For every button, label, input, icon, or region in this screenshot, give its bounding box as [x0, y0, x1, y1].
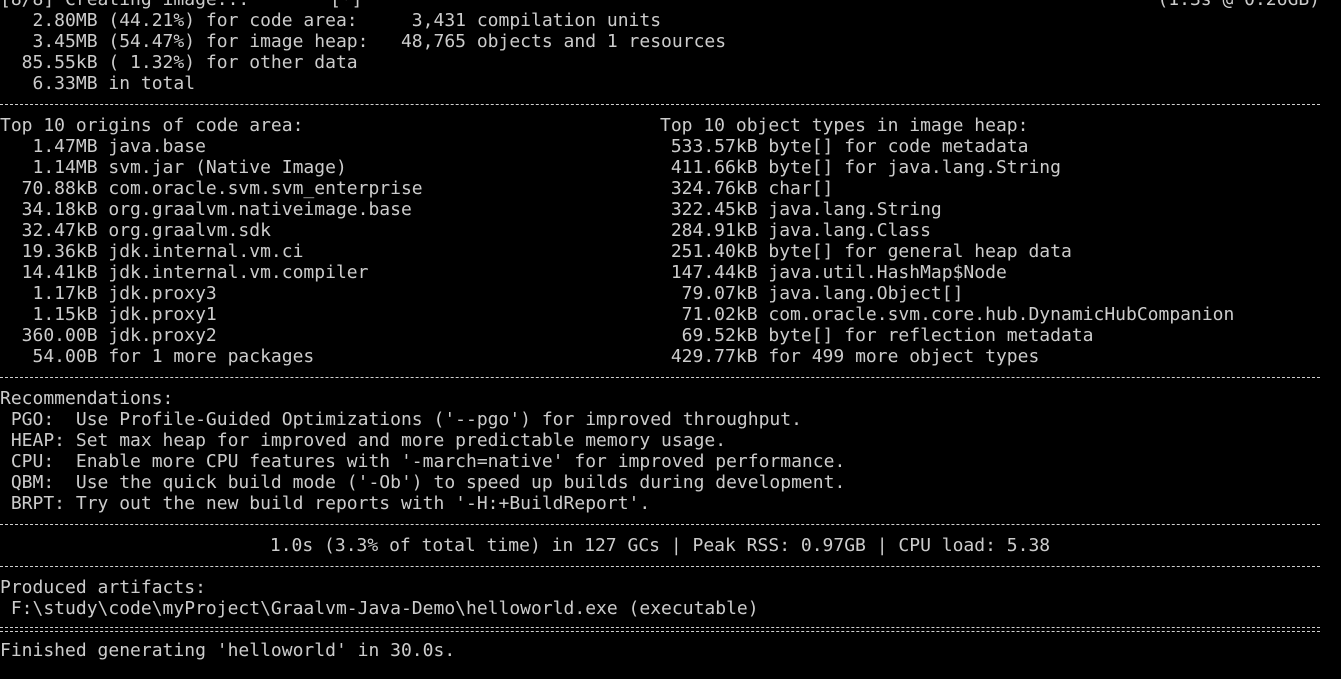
recommendations-title: Recommendations: — [0, 388, 174, 409]
object-type-item: 324.76kB char[] — [660, 178, 834, 199]
table-row: 360.00B jdk.proxy2 69.52kB byte[] for re… — [0, 325, 1341, 346]
origin-item: 34.18kB org.graalvm.nativeimage.base — [0, 199, 412, 220]
object-types-title: Top 10 object types in image heap: — [660, 115, 1029, 136]
origin-item: 32.47kB org.graalvm.sdk — [0, 220, 271, 241]
table-row: 1.47MB java.base 533.57kB byte[] for cod… — [0, 136, 1341, 157]
separator-line — [0, 556, 1341, 577]
summary-line: 2.80MB (44.21%) for code area: 3,431 com… — [0, 10, 662, 31]
summary-line: 3.45MB (54.47%) for image heap: 48,765 o… — [0, 31, 727, 52]
object-type-item: 79.07kB java.lang.Object[] — [660, 283, 964, 304]
artifacts-title: Produced artifacts: — [0, 577, 206, 598]
table-row: 14.41kB jdk.internal.vm.compiler 147.44k… — [0, 262, 1341, 283]
object-type-item: 71.02kB com.oracle.svm.core.hub.DynamicH… — [660, 304, 1235, 325]
summary-line: 85.55kB ( 1.32%) for other data — [0, 52, 358, 73]
origin-item: 1.15kB jdk.proxy1 — [0, 304, 217, 325]
origins-title: Top 10 origins of code area: — [0, 115, 304, 136]
object-type-item: 284.91kB java.lang.Class — [660, 220, 931, 241]
summary-line: 6.33MB in total — [0, 73, 196, 94]
table-row: 54.00B for 1 more packages 429.77kB for … — [0, 346, 1341, 367]
terminal-output: [8/8] Creating image... [*] (1.3s @ 0.26… — [0, 0, 1341, 679]
table-row: 1.17kB jdk.proxy3 79.07kB java.lang.Obje… — [0, 283, 1341, 304]
object-type-item: 251.40kB byte[] for general heap data — [660, 241, 1072, 262]
table-row: 1.14MB svm.jar (Native Image) 411.66kB b… — [0, 157, 1341, 178]
origin-item: 54.00B for 1 more packages — [0, 346, 315, 367]
separator-line — [0, 514, 1341, 535]
origin-item: 19.36kB jdk.internal.vm.ci — [0, 241, 304, 262]
object-type-item: 69.52kB byte[] for reflection metadata — [660, 325, 1094, 346]
table-row: 1.15kB jdk.proxy1 71.02kB com.oracle.svm… — [0, 304, 1341, 325]
recommendation-item: BRPT: Try out the new build reports with… — [0, 493, 651, 514]
origin-item: 1.17kB jdk.proxy3 — [0, 283, 217, 304]
progress-line: [8/8] Creating image... [*] (1.3s @ 0.26… — [0, 0, 1341, 10]
origin-item: 360.00B jdk.proxy2 — [0, 325, 217, 346]
recommendation-item: QBM: Use the quick build mode ('-Ob') to… — [0, 472, 846, 493]
object-type-item: 411.66kB byte[] for java.lang.String — [660, 157, 1061, 178]
double-separator-line — [0, 619, 1341, 640]
separator-line — [0, 94, 1341, 115]
step-label: [8/8] Creating image... — [0, 0, 249, 10]
origin-item: 1.47MB java.base — [0, 136, 206, 157]
recommendation-item: CPU: Enable more CPU features with '-mar… — [0, 451, 846, 472]
object-type-item: 429.77kB for 499 more object types — [660, 346, 1040, 367]
step-timing: (1.3s @ 0.26GB) — [1157, 0, 1320, 10]
finished-line: Finished generating 'helloworld' in 30.0… — [0, 640, 456, 661]
recommendation-item: HEAP: Set max heap for improved and more… — [0, 430, 727, 451]
table-row: 34.18kB org.graalvm.nativeimage.base 322… — [0, 199, 1341, 220]
origin-item: 70.88kB com.oracle.svm.svm_enterprise — [0, 178, 423, 199]
separator-line — [0, 367, 1341, 388]
artifact-path: F:\study\code\myProject\Graalvm-Java-Dem… — [0, 598, 759, 619]
object-type-item: 147.44kB java.util.HashMap$Node — [660, 262, 1007, 283]
origin-item: 1.14MB svm.jar (Native Image) — [0, 157, 347, 178]
section-headers: Top 10 origins of code area: Top 10 obje… — [0, 115, 1341, 136]
table-row: 32.47kB org.graalvm.sdk 284.91kB java.la… — [0, 220, 1341, 241]
object-type-item: 322.45kB java.lang.String — [660, 199, 942, 220]
object-type-item: 533.57kB byte[] for code metadata — [660, 136, 1029, 157]
spinner-indicator: [*] — [330, 0, 363, 10]
gc-stats-line: 1.0s (3.3% of total time) in 127 GCs | P… — [269, 535, 1051, 556]
origin-item: 14.41kB jdk.internal.vm.compiler — [0, 262, 369, 283]
recommendation-item: PGO: Use Profile-Guided Optimizations ('… — [0, 409, 802, 430]
table-row: 70.88kB com.oracle.svm.svm_enterprise 32… — [0, 178, 1341, 199]
table-row: 19.36kB jdk.internal.vm.ci 251.40kB byte… — [0, 241, 1341, 262]
